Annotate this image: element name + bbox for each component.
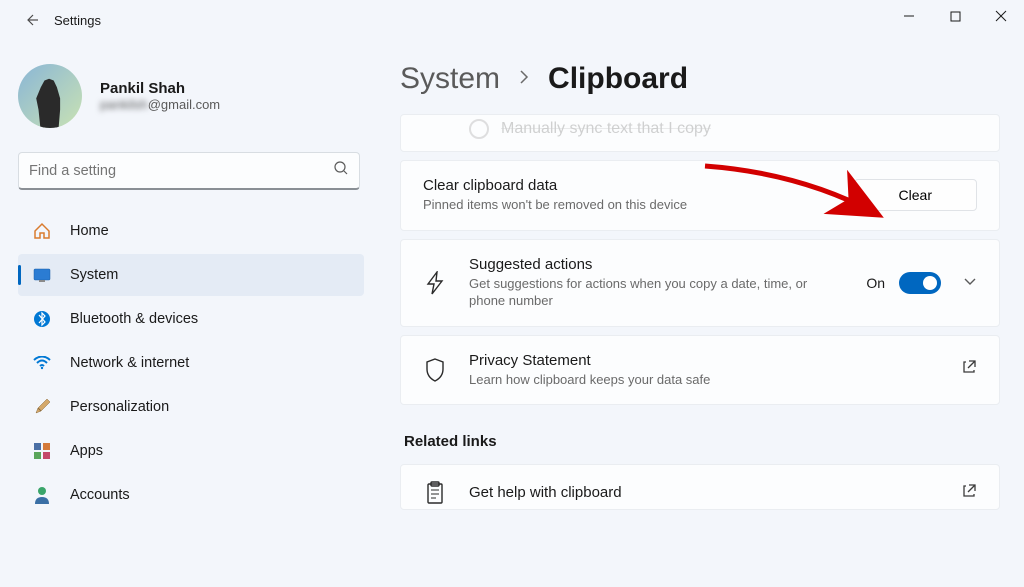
- breadcrumb-current: Clipboard: [548, 62, 688, 96]
- toggle-label: On: [866, 275, 885, 291]
- sidebar-item-label: Bluetooth & devices: [70, 311, 198, 327]
- card-subtitle: Learn how clipboard keeps your data safe: [469, 371, 939, 389]
- back-button[interactable]: [14, 3, 48, 37]
- sidebar-item-label: Apps: [70, 443, 103, 459]
- open-external-icon: [961, 359, 977, 380]
- sidebar-item-apps[interactable]: Apps: [18, 430, 364, 472]
- home-icon: [32, 222, 52, 240]
- app-title: Settings: [54, 13, 101, 28]
- search-box[interactable]: [18, 152, 360, 190]
- sidebar-item-home[interactable]: Home: [18, 210, 364, 252]
- sidebar-item-label: Accounts: [70, 487, 130, 503]
- open-external-icon: [961, 483, 977, 504]
- chevron-right-icon: [518, 69, 530, 90]
- card-clear-clipboard: Clear clipboard data Pinned items won't …: [400, 160, 1000, 231]
- sidebar-item-bluetooth[interactable]: Bluetooth & devices: [18, 298, 364, 340]
- sidebar-item-label: System: [70, 267, 118, 283]
- profile-name: Pankil Shah: [100, 80, 220, 97]
- sidebar: Pankil Shah pankilsh@gmail.com Home Syst…: [0, 40, 380, 587]
- content-area: System Clipboard Manually sync text that…: [380, 40, 1024, 587]
- radio-icon: [469, 119, 489, 139]
- card-sync-cutoff: Manually sync text that I copy: [400, 114, 1000, 152]
- search-input[interactable]: [29, 163, 333, 179]
- card-get-help[interactable]: Get help with clipboard: [400, 464, 1000, 510]
- wifi-icon: [32, 356, 52, 370]
- sidebar-item-label: Personalization: [70, 399, 169, 415]
- clipboard-icon: [423, 481, 447, 505]
- user-profile[interactable]: Pankil Shah pankilsh@gmail.com: [12, 64, 370, 128]
- card-title: Privacy Statement: [469, 352, 939, 369]
- card-title: Get help with clipboard: [469, 484, 939, 501]
- card-subtitle: Pinned items won't be removed on this de…: [423, 196, 832, 214]
- avatar: [18, 64, 82, 128]
- window-controls: [886, 0, 1024, 32]
- breadcrumb: System Clipboard: [400, 62, 1000, 96]
- cutoff-text: Manually sync text that I copy: [501, 120, 711, 138]
- close-button[interactable]: [978, 0, 1024, 32]
- sidebar-item-personalization[interactable]: Personalization: [18, 386, 364, 428]
- search-icon: [333, 160, 349, 181]
- bluetooth-icon: [32, 310, 52, 328]
- profile-email: pankilsh@gmail.com: [100, 97, 220, 112]
- card-title: Clear clipboard data: [423, 177, 832, 194]
- account-icon: [32, 486, 52, 504]
- brush-icon: [32, 398, 52, 416]
- related-links-heading: Related links: [404, 433, 1000, 450]
- system-icon: [32, 268, 52, 282]
- lightning-icon: [423, 271, 447, 295]
- shield-icon: [423, 358, 447, 382]
- breadcrumb-parent[interactable]: System: [400, 62, 500, 96]
- sidebar-item-network[interactable]: Network & internet: [18, 342, 364, 384]
- card-suggested-actions[interactable]: Suggested actions Get suggestions for ac…: [400, 239, 1000, 327]
- apps-icon: [32, 443, 52, 459]
- sidebar-item-label: Network & internet: [70, 355, 189, 371]
- chevron-down-icon: [963, 274, 977, 292]
- sidebar-item-accounts[interactable]: Accounts: [18, 474, 364, 516]
- sidebar-item-label: Home: [70, 223, 109, 239]
- minimize-button[interactable]: [886, 0, 932, 32]
- clear-button[interactable]: Clear: [854, 179, 977, 211]
- card-privacy-statement[interactable]: Privacy Statement Learn how clipboard ke…: [400, 335, 1000, 406]
- toggle-switch[interactable]: [899, 272, 941, 294]
- maximize-button[interactable]: [932, 0, 978, 32]
- sidebar-item-system[interactable]: System: [18, 254, 364, 296]
- card-subtitle: Get suggestions for actions when you cop…: [469, 275, 844, 310]
- card-title: Suggested actions: [469, 256, 844, 273]
